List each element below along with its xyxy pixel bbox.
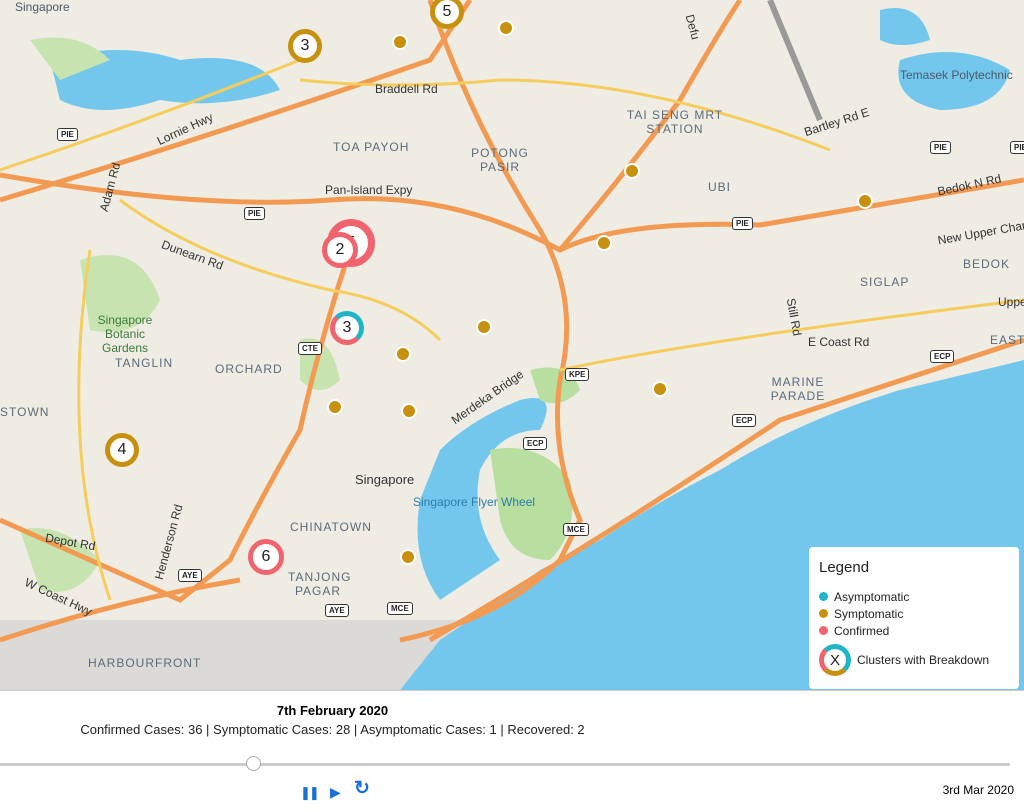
asymptomatic-dot-icon — [819, 592, 828, 601]
highway-shield: MCE — [563, 523, 589, 536]
area-label: CHINATOWN — [290, 520, 372, 534]
legend-label: Clusters with Breakdown — [857, 653, 990, 667]
area-label: TOA PAYOH — [333, 140, 410, 154]
case-stats: Confirmed Cases: 36 | Symptomatic Cases:… — [80, 722, 585, 737]
area-label: EAST — [990, 333, 1024, 347]
timeline-panel: 7th February 2020 Confirmed Cases: 36 | … — [0, 690, 1024, 812]
legend-item-asymptomatic: Asymptomatic — [819, 588, 1009, 605]
highway-shield: CTE — [298, 342, 322, 355]
cluster-breakdown-icon: X — [819, 644, 851, 676]
case-marker-symptomatic[interactable] — [857, 193, 873, 209]
case-marker-symptomatic[interactable] — [395, 346, 411, 362]
place-label: Singapore — [15, 0, 70, 14]
highway-shield: MCE — [387, 602, 413, 615]
timeline-slider-track[interactable] — [0, 763, 1010, 766]
current-date: 7th February 2020 — [276, 703, 389, 718]
legend-title: Legend — [819, 559, 870, 576]
map[interactable]: TOA PAYOH POTONG PASIR TAI SENG MRT STAT… — [0, 0, 1024, 690]
highway-shield: PIE — [930, 141, 951, 154]
highway-shield: PIE — [244, 207, 265, 220]
area-label: STOWN — [0, 405, 50, 419]
legend-item-cluster: X Clusters with Breakdown — [819, 643, 1009, 677]
highway-shield: PIE — [57, 128, 78, 141]
place-label: Singapore — [355, 472, 415, 487]
legend-item-confirmed: Confirmed — [819, 622, 1009, 639]
case-marker-symptomatic[interactable] — [498, 20, 514, 36]
legend: Legend Asymptomatic Symptomatic Confirme… — [809, 547, 1019, 689]
play-icon[interactable]: ▶ — [330, 783, 341, 801]
end-date: 3rd Mar 2020 — [942, 783, 1014, 797]
case-marker-symptomatic[interactable] — [652, 381, 668, 397]
area-label: HARBOURFRONT — [88, 656, 202, 670]
cluster-marker[interactable]: 3 — [330, 311, 364, 345]
highway-shield: KPE — [565, 368, 590, 381]
area-label: POTONG PASIR — [471, 146, 529, 174]
case-marker-symptomatic[interactable] — [476, 319, 492, 335]
case-marker-symptomatic[interactable] — [327, 399, 343, 415]
case-marker-symptomatic[interactable] — [596, 235, 612, 251]
legend-label: Asymptomatic — [834, 589, 910, 604]
cluster-marker[interactable]: 3 — [288, 29, 322, 63]
place-label: Singapore Botanic Gardens — [97, 313, 153, 355]
road-label: Pan-Island Expy — [325, 183, 413, 197]
confirmed-dot-icon — [819, 626, 828, 635]
cluster-marker[interactable]: 4 — [105, 433, 139, 467]
road-label: E Coast Rd — [808, 335, 870, 349]
cluster-marker[interactable]: 6 — [248, 539, 284, 575]
place-label: Singapore Flyer Wheel — [413, 495, 536, 509]
area-label: UBI — [708, 180, 732, 194]
place-label: Temasek Polytechnic — [900, 68, 1013, 82]
highway-shield: ECP — [732, 414, 757, 427]
area-label: BEDOK — [963, 257, 1011, 271]
timeline-slider-thumb[interactable] — [245, 756, 261, 771]
highway-shield: PIE — [732, 217, 753, 230]
pause-icon[interactable]: ❚❚ — [300, 784, 320, 802]
road-label: Braddell Rd — [375, 82, 438, 96]
case-marker-symptomatic[interactable] — [392, 34, 408, 50]
legend-label: Symptomatic — [834, 606, 904, 621]
area-label: TANGLIN — [115, 356, 174, 370]
highway-shield: AYE — [178, 569, 202, 582]
highway-shield: AYE — [325, 604, 349, 617]
symptomatic-dot-icon — [819, 609, 828, 618]
case-marker-symptomatic[interactable] — [400, 549, 416, 565]
highway-shield: ECP — [523, 437, 548, 450]
area-label: TAI SENG MRT STATION — [626, 108, 724, 136]
replay-icon[interactable]: ↻ — [354, 779, 370, 798]
case-marker-symptomatic[interactable] — [624, 163, 640, 179]
highway-shield: PIE — [1010, 141, 1024, 154]
road-label: Upper — [998, 295, 1024, 309]
legend-label: Confirmed — [834, 623, 890, 638]
area-label: MARINE PARADE — [770, 375, 826, 403]
area-label: ORCHARD — [215, 362, 283, 376]
area-label: TANJONG PAGAR — [288, 570, 352, 598]
highway-shield: ECP — [930, 350, 955, 363]
area-label: SIGLAP — [860, 275, 910, 289]
case-marker-symptomatic[interactable] — [401, 403, 417, 419]
legend-item-symptomatic: Symptomatic — [819, 605, 1009, 622]
cluster-marker[interactable]: 2 — [322, 232, 358, 268]
